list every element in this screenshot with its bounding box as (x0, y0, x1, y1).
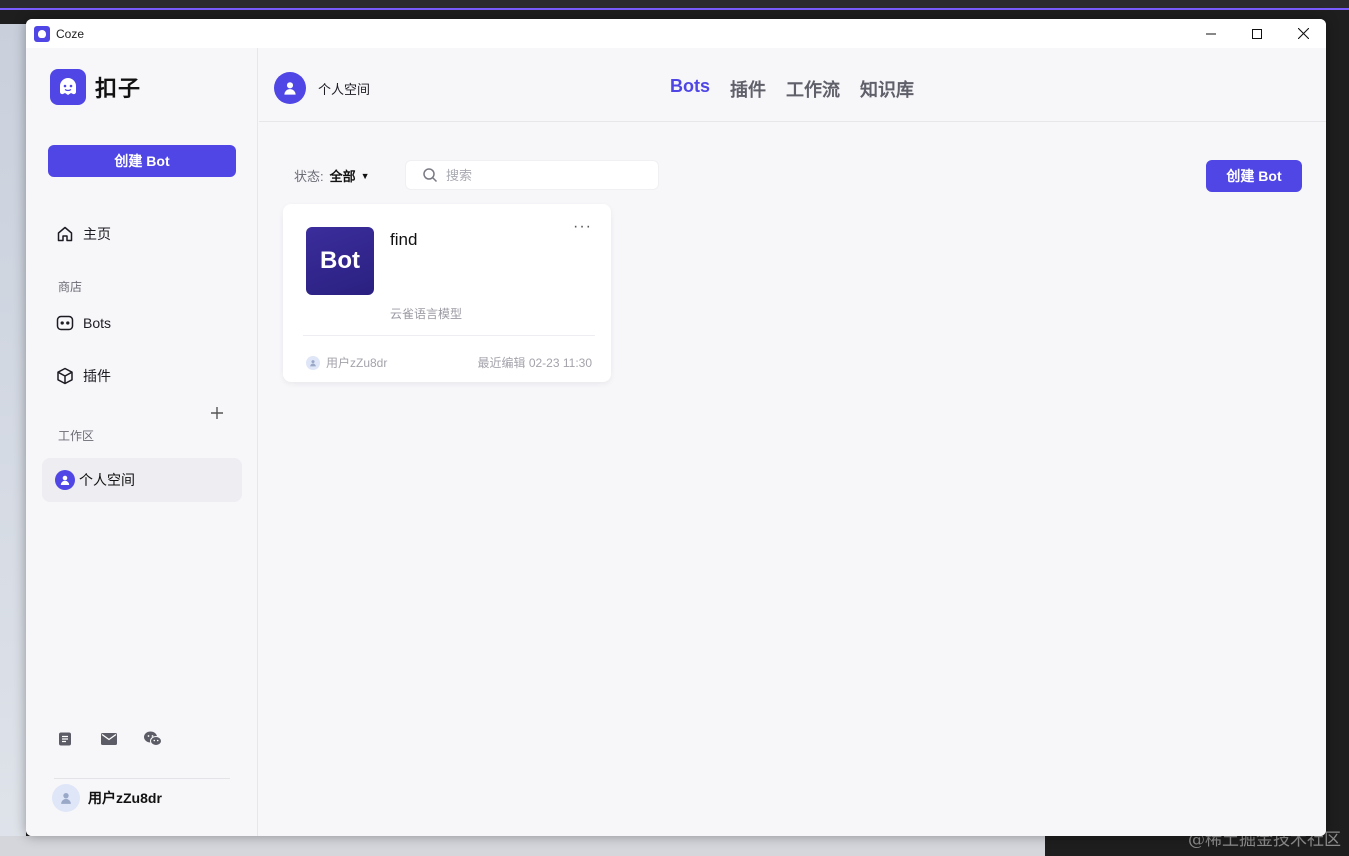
minimize-icon (1206, 33, 1216, 34)
close-button[interactable] (1280, 19, 1326, 48)
divider (303, 335, 595, 336)
bot-card-footer: 用户zZu8dr 最近编辑 02-23 11:30 (306, 354, 592, 371)
sidebar-item-label: Bots (83, 315, 112, 331)
user-profile[interactable]: 用户zZu8dr (52, 784, 162, 812)
desktop-background (0, 24, 26, 856)
avatar (52, 784, 80, 812)
sidebar-item-bots[interactable]: Bots (56, 314, 111, 332)
brand[interactable]: 扣子 (50, 69, 141, 105)
caret-down-icon: ▼ (360, 170, 370, 181)
tab-plugins[interactable]: 插件 (730, 76, 766, 102)
store-section-label: 商店 (58, 280, 83, 294)
bot-name: find (390, 230, 418, 249)
bot-owner: 用户zZu8dr (326, 356, 388, 370)
sidebar-item-label: 主页 (83, 226, 111, 242)
bot-model: 云雀语言模型 (390, 307, 463, 321)
divider (54, 778, 230, 779)
tab-knowledge[interactable]: 知识库 (860, 76, 914, 102)
maximize-icon (1252, 28, 1262, 39)
desktop-taskbar-strip (0, 836, 1045, 856)
sidebar-create-bot-button[interactable]: 创建 Bot (48, 145, 236, 177)
user-icon (55, 470, 75, 490)
user-name: 用户zZu8dr (88, 790, 162, 806)
space-name: 个人空间 (318, 81, 371, 97)
sidebar-item-plugins[interactable]: 插件 (56, 366, 111, 386)
brand-name: 扣子 (95, 76, 142, 101)
space-switcher[interactable]: 个人空间 (274, 72, 370, 104)
app-icon (34, 25, 50, 42)
desktop-top-strip (0, 0, 1349, 10)
app-window: Coze 扣子 创建 Bot 主页 商店 Bots 插件 工作区 个人空间 用户… (26, 19, 1326, 836)
bot-avatar: Bot (306, 227, 374, 295)
more-options-icon[interactable]: ··· (573, 218, 592, 236)
minimize-button[interactable] (1188, 19, 1234, 48)
sidebar-item-label: 插件 (83, 368, 111, 384)
status-filter-label: 状态: (294, 169, 324, 184)
status-filter-value: 全部 (329, 169, 356, 184)
bot-card[interactable]: Bot find ··· 云雀语言模型 用户zZu8dr 最近编辑 02-23 … (283, 204, 611, 382)
cube-icon (57, 367, 73, 385)
add-workspace-button[interactable] (208, 404, 226, 422)
sidebar: 扣子 创建 Bot 主页 商店 Bots 插件 工作区 个人空间 用户zZu8d… (26, 48, 258, 836)
wechat-icon[interactable] (142, 728, 164, 750)
workspace-section-label: 工作区 (58, 429, 95, 443)
tab-bots[interactable]: Bots (670, 76, 710, 102)
coze-logo-icon (50, 69, 86, 105)
search-icon (423, 168, 438, 183)
space-avatar (274, 72, 306, 104)
tab-workflow[interactable]: 工作流 (786, 76, 840, 102)
tab-bar: Bots 插件 工作流 知识库 (670, 76, 914, 102)
bot-face-icon (56, 315, 74, 331)
window-controls (1188, 19, 1326, 48)
maximize-button[interactable] (1234, 19, 1280, 48)
title-bar[interactable]: Coze (26, 19, 1326, 48)
top-bar: 个人空间 Bots 插件 工作流 知识库 (259, 48, 1326, 122)
owner-avatar-icon (306, 355, 320, 370)
mail-icon[interactable] (98, 728, 120, 750)
plus-icon (211, 407, 223, 419)
window-title: Coze (56, 26, 85, 41)
sidebar-footer-icons (54, 728, 164, 750)
create-bot-button[interactable]: 创建 Bot (1206, 160, 1302, 192)
search-box (405, 160, 659, 190)
status-filter[interactable]: 状态: 全部 ▼ (294, 166, 370, 185)
sidebar-item-label: 个人空间 (79, 472, 135, 488)
sidebar-item-personal-space[interactable]: 个人空间 (42, 458, 242, 502)
close-icon (1297, 28, 1309, 39)
sidebar-item-home[interactable]: 主页 (56, 224, 111, 244)
document-icon[interactable] (54, 728, 76, 750)
search-input[interactable] (446, 167, 646, 183)
home-icon (57, 226, 73, 242)
bot-edit-time: 最近编辑 02-23 11:30 (477, 356, 593, 370)
main-content: 个人空间 Bots 插件 工作流 知识库 状态: 全部 ▼ 创建 Bot Bot… (259, 48, 1326, 836)
